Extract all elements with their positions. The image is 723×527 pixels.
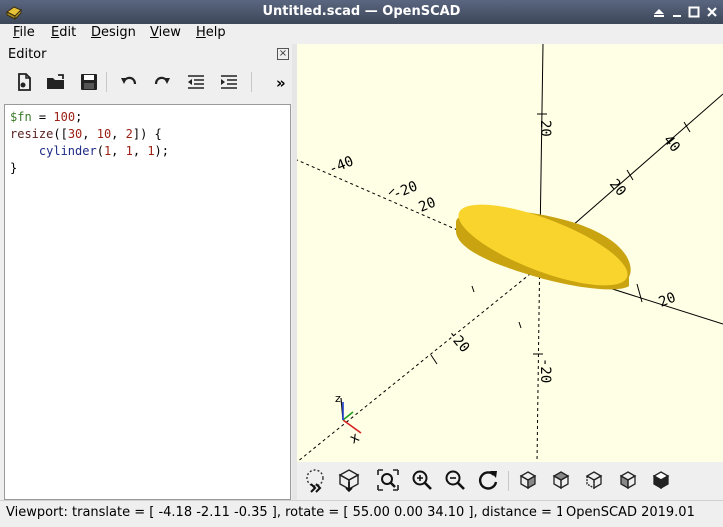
cube-top-icon (552, 471, 570, 490)
toolbar-separator (106, 72, 107, 92)
open-folder-icon (47, 74, 64, 89)
cube-front-icon (652, 471, 670, 490)
preview-button[interactable] (303, 467, 329, 493)
cube-bottom-icon (585, 471, 603, 490)
editor-dock-title: Editor (8, 47, 47, 62)
view-front-button[interactable] (648, 467, 674, 493)
view-right-button[interactable] (515, 467, 541, 493)
view-bottom-button[interactable] (581, 467, 607, 493)
axis-label: 20 (537, 120, 553, 137)
viewport-scene: 20 -20 20 -20 20 -20 40 20 -40 z x (297, 44, 723, 462)
zoom-fit-icon (377, 469, 399, 491)
code-line: } (10, 161, 18, 175)
code-editor[interactable]: $fn = 100; resize([30, 10, 2]) { cylinde… (4, 104, 291, 500)
viewport-status: Viewport: translate = [ -4.18 -2.11 -0.3… (6, 505, 562, 520)
editor-close-icon[interactable]: × (277, 48, 289, 60)
axes-gizmo: z x (335, 392, 362, 447)
view-left-button[interactable] (615, 467, 641, 493)
title-bar: Untitled.scad — OpenSCAD (0, 0, 723, 24)
unindent-button[interactable] (184, 70, 208, 94)
maximize-window-icon[interactable] (686, 4, 702, 20)
axis-label: 20 (657, 290, 679, 311)
menu-design[interactable]: Design (91, 25, 136, 40)
rendered-model (455, 204, 631, 290)
render-button[interactable] (336, 467, 362, 493)
indent-icon (221, 75, 237, 89)
view-toolbar (297, 462, 723, 500)
minimize-window-icon[interactable] (669, 4, 685, 20)
toolbar-overflow-icon[interactable]: » (276, 74, 286, 92)
status-bar: Viewport: translate = [ -4.18 -2.11 -0.3… (0, 500, 723, 527)
redo-button[interactable] (150, 70, 174, 94)
indent-button[interactable] (217, 70, 241, 94)
axis-label: -40 (327, 153, 356, 177)
render-icon (338, 469, 360, 493)
view-top-button[interactable] (548, 467, 574, 493)
code-line: cylinder(1, 1, 1); (38, 144, 169, 158)
axis-label: -20 (537, 358, 553, 383)
menu-help[interactable]: Help (196, 25, 226, 40)
code-line: $fn = 100; (10, 110, 83, 124)
toolbar-separator (251, 72, 252, 92)
reset-view-button[interactable] (475, 467, 501, 493)
toolbar-separator (508, 471, 509, 491)
view-all-button[interactable] (375, 467, 401, 493)
zoom-in-icon (412, 470, 432, 490)
preview-icon (306, 469, 324, 493)
zoom-out-button[interactable] (442, 467, 468, 493)
save-icon (81, 74, 97, 90)
save-file-button[interactable] (77, 70, 101, 94)
zoom-out-icon (445, 470, 465, 490)
gizmo-label-z: z (335, 392, 341, 405)
version-label: OpenSCAD 2019.01 (566, 505, 695, 520)
open-file-button[interactable] (44, 70, 68, 94)
shade-window-icon[interactable] (651, 4, 667, 20)
cube-right-icon (519, 471, 537, 490)
menu-file[interactable]: File (13, 25, 35, 40)
undo-button[interactable] (117, 70, 141, 94)
axis-label: 20 (417, 195, 439, 216)
code-line: resize([30, 10, 2]) { (10, 127, 162, 141)
axis-z-positive (539, 44, 544, 241)
reset-view-icon (479, 471, 498, 490)
axis-y-negative (297, 265, 541, 462)
new-file-button[interactable] (12, 70, 36, 94)
unindent-icon (188, 75, 204, 89)
axis-label: -20 (391, 178, 420, 202)
3d-viewport[interactable]: 20 -20 20 -20 20 -20 40 20 -40 z x (297, 44, 723, 462)
undo-icon (121, 76, 137, 85)
redo-icon (154, 76, 170, 85)
menu-edit[interactable]: Edit (51, 25, 76, 40)
axis-label: -20 (444, 326, 473, 356)
cube-left-icon (619, 471, 637, 490)
zoom-in-button[interactable] (409, 467, 435, 493)
window-title: Untitled.scad — OpenSCAD (262, 4, 461, 19)
axis-label: 40 (660, 132, 683, 155)
close-window-icon[interactable] (704, 4, 720, 20)
menu-view[interactable]: View (150, 25, 181, 40)
menu-bar: File Edit Design View Help (0, 24, 723, 44)
new-file-icon (18, 73, 31, 91)
